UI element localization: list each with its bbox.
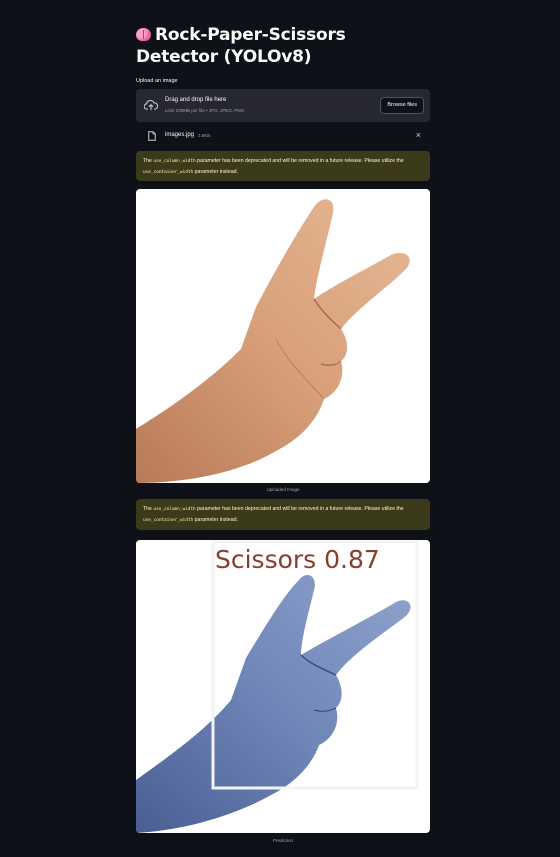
page-title: Rock-Paper-Scissors Detector (YOLOv8) [136, 24, 430, 68]
dropzone-subtitle: Limit 200MB per file • JPG, JPEG, PNG [165, 108, 245, 113]
file-dropzone[interactable]: Drag and drop file here Limit 200MB per … [136, 89, 430, 122]
uploaded-image-caption: Uploaded Image [266, 487, 300, 492]
page-title-text: Rock-Paper-Scissors Detector (YOLOv8) [136, 25, 346, 67]
warning-text: The [143, 158, 154, 164]
uploaded-image [136, 189, 430, 483]
warning-code: use_column_width [153, 507, 196, 512]
warning-code: use_container_width [143, 518, 194, 523]
dropzone-title: Drag and drop file here [165, 97, 227, 103]
deprecation-warning: The use_column_width parameter has been … [136, 151, 430, 181]
warning-text: parameter has been deprecated and will b… [195, 158, 404, 164]
deprecation-warning: The use_column_width parameter has been … [136, 499, 430, 530]
brain-emoji-icon [136, 28, 151, 41]
warning-text: parameter instead. [193, 169, 238, 175]
file-name: images.jpg [165, 132, 195, 138]
warning-text: parameter instead. [193, 517, 238, 523]
cloud-upload-icon [144, 100, 158, 111]
warning-code: use_container_width [143, 170, 194, 175]
warning-text: parameter has been deprecated and will b… [195, 506, 404, 512]
browse-files-button[interactable]: Browse files [380, 97, 424, 114]
uploaded-file-row: images.jpg 3.6KB × [136, 128, 430, 144]
prediction-caption: Prediction [272, 838, 293, 843]
prediction-hand-illustration: Scissors 0.87 [136, 540, 419, 833]
warning-code: use_column_width [153, 159, 196, 164]
file-size: 3.6KB [198, 133, 211, 138]
file-icon [148, 131, 156, 141]
uploader-label: Upload an image [136, 78, 178, 84]
warning-text: The [143, 506, 154, 512]
detection-label: Scissors 0.87 [215, 545, 380, 574]
close-icon[interactable]: × [416, 130, 421, 140]
hand-peace-sign-illustration [136, 199, 410, 483]
prediction-image: Scissors 0.87 [136, 540, 430, 833]
main-container: Rock-Paper-Scissors Detector (YOLOv8) Up… [136, 0, 430, 843]
